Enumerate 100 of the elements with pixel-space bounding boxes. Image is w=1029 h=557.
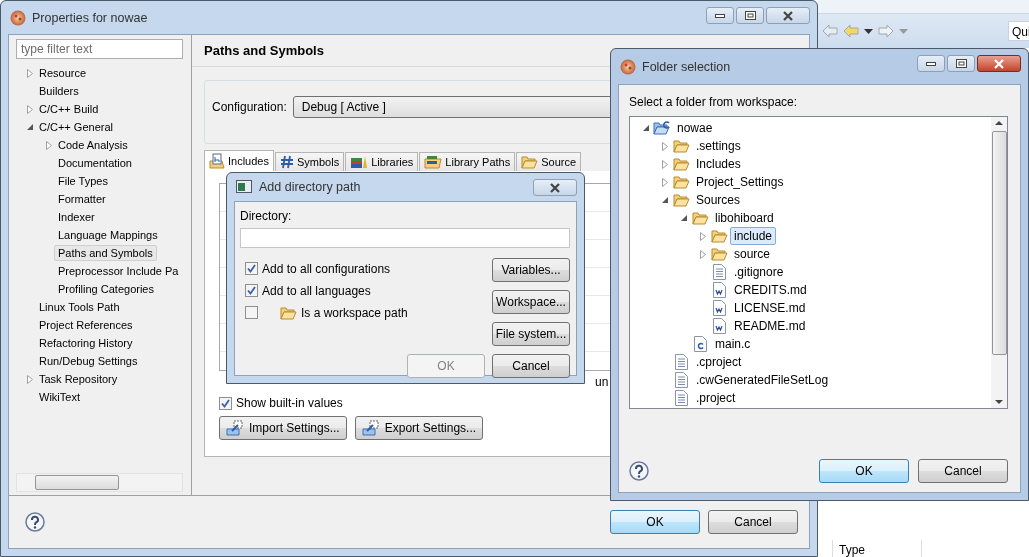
expand-arrow-icon[interactable] xyxy=(660,141,669,151)
help-icon[interactable] xyxy=(25,512,45,532)
maximize-button[interactable] xyxy=(736,7,764,24)
quick-access-field[interactable]: Qui xyxy=(1008,21,1029,41)
vertical-scrollbar[interactable] xyxy=(991,117,1007,408)
collapse-arrow-icon[interactable] xyxy=(679,214,688,222)
tree-item[interactable]: Includes xyxy=(692,155,745,173)
tab[interactable]: Library Paths xyxy=(419,152,516,171)
browse-button[interactable]: Workspace... xyxy=(492,290,570,314)
expand-arrow-icon[interactable] xyxy=(698,231,707,241)
checkbox[interactable] xyxy=(245,284,258,297)
close-button[interactable] xyxy=(977,55,1021,72)
tree-item[interactable]: C/C++ Build xyxy=(35,101,103,117)
close-button[interactable] xyxy=(766,7,810,24)
tree-item[interactable]: nowae xyxy=(673,119,717,137)
filter-field[interactable]: type filter text xyxy=(16,39,183,59)
minimize-button[interactable] xyxy=(917,55,945,72)
tree-item[interactable]: Preprocessor Include Pa xyxy=(54,263,183,279)
configuration-label: Configuration: xyxy=(212,99,287,114)
tab[interactable]: Libraries xyxy=(345,152,419,171)
directory-field[interactable] xyxy=(240,228,570,248)
tree-item[interactable]: .project xyxy=(692,389,740,407)
tree-item[interactable]: CREDITS.md xyxy=(730,281,811,299)
tree-item[interactable]: Paths and Symbols xyxy=(54,245,157,261)
source-folder-icon xyxy=(521,155,539,169)
tree-item[interactable]: .cwGeneratedFileSetLog xyxy=(692,371,833,389)
dialog-button[interactable]: OK xyxy=(610,510,700,534)
tree-item[interactable]: Project References xyxy=(35,317,137,333)
column-header[interactable]: Type xyxy=(832,540,922,557)
tree-item[interactable]: Resource xyxy=(35,65,91,81)
dialog-button[interactable]: Cancel xyxy=(708,510,798,534)
tree-item[interactable]: Task Repository xyxy=(35,371,122,387)
tab[interactable]: Symbols xyxy=(275,152,345,171)
close-button[interactable] xyxy=(533,179,577,196)
text-file-icon xyxy=(674,390,688,406)
tree-item[interactable]: Language Mappings xyxy=(54,227,162,243)
tree-item[interactable]: README.md xyxy=(730,317,810,335)
expand-arrow-icon[interactable] xyxy=(25,68,34,78)
dialog-button[interactable]: OK xyxy=(819,459,909,483)
export-button[interactable]: Export Settings... xyxy=(354,416,484,440)
tree-item[interactable]: Formatter xyxy=(54,191,110,207)
checkbox-label: Is a workspace path xyxy=(301,305,408,320)
dialog-button[interactable]: Cancel xyxy=(918,459,1008,483)
maximize-button[interactable] xyxy=(947,55,975,72)
folder-icon xyxy=(672,139,690,153)
folder-icon xyxy=(691,211,709,225)
expand-arrow-icon[interactable] xyxy=(44,140,53,150)
tree-item[interactable]: libohiboard xyxy=(711,209,778,227)
expand-arrow-icon[interactable] xyxy=(25,374,34,384)
tree-item[interactable]: Code Analysis xyxy=(54,137,132,153)
tree-item[interactable]: Documentation xyxy=(54,155,136,171)
help-icon[interactable] xyxy=(629,461,649,481)
horizontal-scrollbar[interactable] xyxy=(16,473,183,492)
collapse-arrow-icon[interactable] xyxy=(641,124,650,132)
expand-arrow-icon[interactable] xyxy=(660,159,669,169)
tree-item[interactable]: Run/Debug Settings xyxy=(35,353,142,369)
hash-icon xyxy=(280,155,294,169)
tree-item[interactable]: WikiText xyxy=(35,389,84,405)
checkbox-label: Add to all languages xyxy=(262,283,371,298)
tree-item[interactable]: Project_Settings xyxy=(692,173,788,191)
dialog-button[interactable]: Cancel xyxy=(492,354,570,378)
minimize-button[interactable] xyxy=(706,7,734,24)
tree-item[interactable]: Profiling Categories xyxy=(54,281,158,297)
import-button[interactable]: Import Settings... xyxy=(219,416,347,440)
close-icon xyxy=(993,58,1005,69)
dropdown-arrow-icon[interactable] xyxy=(864,28,873,34)
checkbox[interactable] xyxy=(245,262,258,275)
folder-icon xyxy=(710,247,728,261)
checkbox[interactable] xyxy=(219,396,232,410)
collapse-arrow-icon[interactable] xyxy=(660,196,669,204)
collapse-arrow-icon[interactable] xyxy=(25,123,34,131)
tab[interactable]: Source xyxy=(516,152,582,171)
include-icon xyxy=(209,153,225,169)
browse-button[interactable]: File system... xyxy=(492,322,570,346)
text-file-icon xyxy=(712,264,726,280)
minimize-icon xyxy=(926,61,936,66)
tree-item[interactable]: Refactoring History xyxy=(35,335,137,351)
tree-item[interactable]: C/C++ General xyxy=(35,119,117,135)
tree-item[interactable]: Indexer xyxy=(54,209,99,225)
tree-item[interactable]: File Types xyxy=(54,173,112,189)
tree-item[interactable]: .settings xyxy=(692,137,745,155)
books-icon xyxy=(350,155,369,169)
tree-item[interactable]: include xyxy=(730,227,777,245)
tree-item[interactable]: LICENSE.md xyxy=(730,299,810,317)
checkbox[interactable] xyxy=(245,306,258,319)
expand-arrow-icon[interactable] xyxy=(698,249,707,259)
text-file-icon xyxy=(674,372,688,388)
tree-item[interactable]: .gitignore xyxy=(730,263,788,281)
tab[interactable]: Includes xyxy=(204,150,274,171)
app-icon xyxy=(620,58,636,75)
tree-item[interactable]: source xyxy=(730,245,775,263)
expand-arrow-icon[interactable] xyxy=(25,104,34,114)
tree-item[interactable]: .cproject xyxy=(692,353,746,371)
expand-arrow-icon[interactable] xyxy=(660,177,669,187)
tree-item[interactable]: Builders xyxy=(35,83,83,99)
text-file-icon xyxy=(674,354,688,370)
tree-item[interactable]: main.c xyxy=(711,335,755,353)
tree-item[interactable]: Sources xyxy=(692,191,745,209)
tree-item[interactable]: Linux Tools Path xyxy=(35,299,124,315)
browse-button[interactable]: Variables... xyxy=(492,258,570,282)
